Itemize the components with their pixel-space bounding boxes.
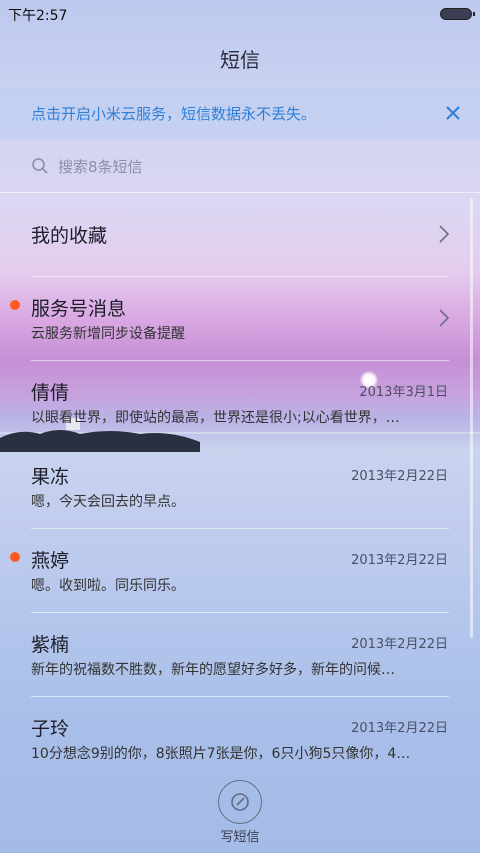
conversation-name: 子玲 — [31, 718, 70, 740]
divider — [31, 696, 449, 697]
list-item-conversation[interactable]: 果冻 2013年2月22日 嗯，今天会回去的早点。 — [0, 446, 480, 529]
chevron-right-icon — [439, 309, 450, 327]
search-input[interactable]: 搜索8条短信 — [58, 156, 143, 177]
conversation-snippet: 云服务新增同步设备提醒 — [31, 326, 185, 342]
close-icon[interactable] — [442, 102, 464, 124]
list-item-conversation[interactable]: 紫楠 2013年2月22日 新年的祝福数不胜数，新年的愿望好多好多，新年的问候… — [0, 614, 480, 697]
compose-label[interactable]: 写短信 — [0, 826, 480, 845]
list-item-favorites[interactable]: 我的收藏 — [0, 194, 480, 277]
conversation-name: 果冻 — [31, 466, 70, 488]
list-item-conversation[interactable]: 燕婷 2013年2月22日 嗯。收到啦。同乐同乐。 — [0, 530, 480, 613]
conversation-snippet: 嗯。收到啦。同乐同乐。 — [31, 578, 185, 594]
conversation-snippet: 嗯，今天会回去的早点。 — [31, 494, 185, 510]
conversation-date: 2013年2月22日 — [351, 553, 448, 568]
conversation-date: 2013年2月22日 — [351, 637, 448, 652]
conversation-date: 2013年2月22日 — [351, 721, 448, 736]
list-item-conversation[interactable]: 倩倩 2013年3月1日 以眼看世界，即使站的最高，世界还是很小;以心看世界，… — [0, 362, 480, 445]
unread-dot-icon — [10, 552, 20, 562]
divider — [31, 276, 449, 277]
divider — [31, 528, 449, 529]
conversation-name: 紫楠 — [31, 634, 70, 656]
compose-icon — [231, 793, 249, 811]
divider — [31, 612, 449, 613]
conversation-name: 服务号消息 — [31, 298, 127, 320]
conversation-snippet: 以眼看世界，即使站的最高，世界还是很小;以心看世界，… — [31, 410, 400, 426]
search-bar[interactable]: 搜索8条短信 — [0, 140, 480, 193]
status-time: 下午2:57 — [8, 8, 68, 24]
divider — [31, 360, 449, 361]
unread-dot-icon — [10, 300, 20, 310]
battery-icon — [440, 8, 475, 20]
conversation-date: 2013年2月22日 — [351, 469, 448, 484]
conversation-date: 2013年3月1日 — [359, 385, 448, 400]
conversation-name: 我的收藏 — [31, 225, 108, 247]
scrollbar[interactable] — [470, 198, 473, 638]
list-item-service-messages[interactable]: 服务号消息 云服务新增同步设备提醒 — [0, 278, 480, 361]
page-title: 短信 — [220, 48, 260, 72]
list-item-conversation[interactable]: 子玲 2013年2月22日 10分想念9别的你，8张照片7张是你，6只小狗5只像… — [0, 698, 480, 781]
chevron-right-icon — [439, 225, 450, 243]
status-bar: 下午2:57 — [0, 0, 480, 28]
conversation-snippet: 新年的祝福数不胜数，新年的愿望好多好多，新年的问候… — [31, 662, 395, 678]
search-icon — [32, 158, 48, 174]
conversation-name: 倩倩 — [31, 382, 70, 404]
banner-text[interactable]: 点击开启小米云服务，短信数据永不丢失。 — [31, 103, 316, 124]
conversation-snippet: 10分想念9别的你，8张照片7张是你，6只小狗5只像你，4… — [31, 746, 411, 762]
cloud-service-banner[interactable]: 点击开启小米云服务，短信数据永不丢失。 — [0, 88, 480, 140]
conversation-name: 燕婷 — [31, 550, 70, 572]
compose-button[interactable] — [218, 780, 262, 824]
